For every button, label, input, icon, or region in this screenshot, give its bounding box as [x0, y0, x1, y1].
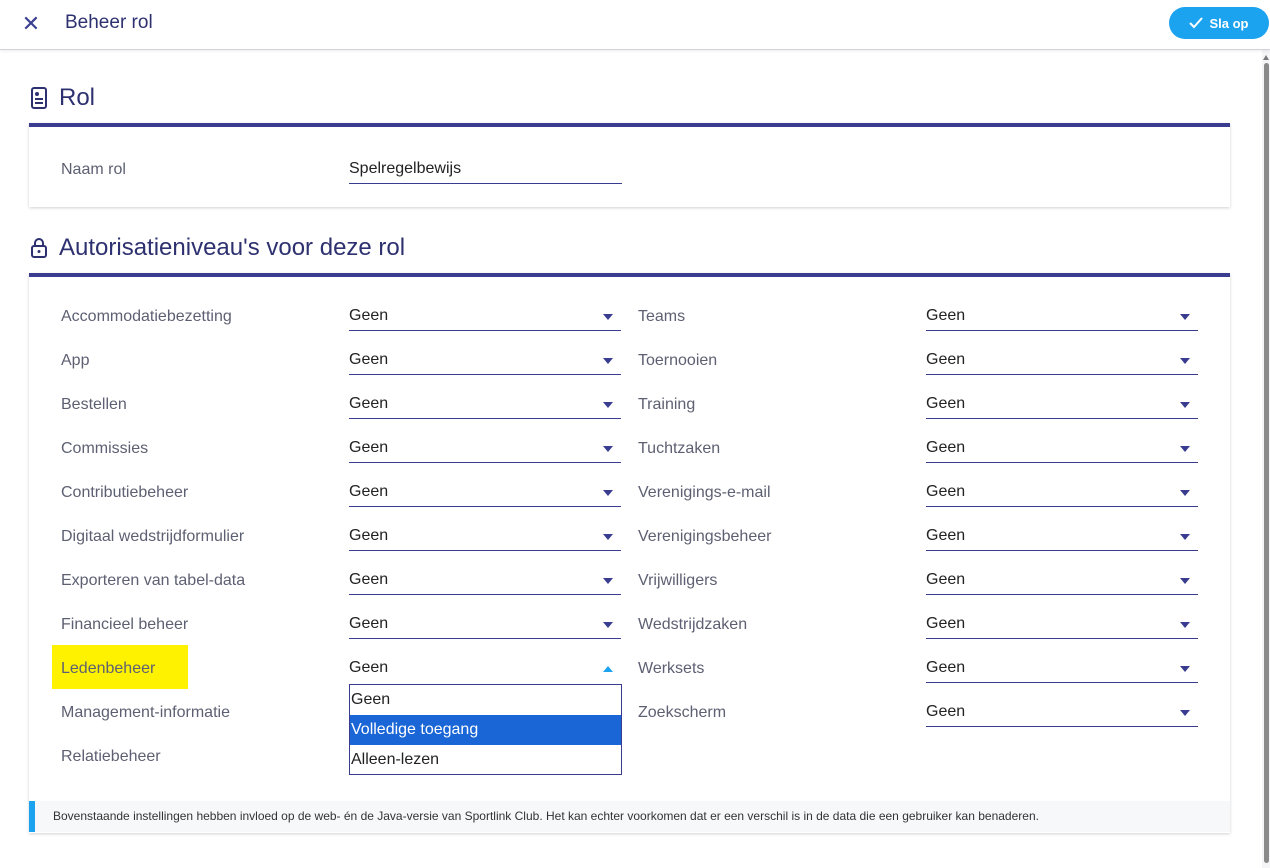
chevron-down-icon [603, 578, 613, 584]
dropdown-option[interactable]: Alleen-lezen [350, 745, 621, 775]
chevron-down-icon [603, 490, 613, 496]
section-auth-header: Autorisatieniveau's voor deze rol [29, 234, 1230, 262]
auth-label: App [61, 352, 90, 369]
top-bar: ✕ Beheer rol Sla op [0, 0, 1270, 50]
auth-label: Accommodatiebezetting [61, 308, 232, 325]
chevron-down-icon [603, 622, 613, 628]
close-icon: ✕ [21, 11, 41, 36]
chevron-down-icon [603, 402, 613, 408]
chevron-down-icon [603, 358, 613, 364]
auth-select[interactable]: Geen [349, 481, 621, 507]
chevron-down-icon [1180, 710, 1190, 716]
auth-label: Toernooien [638, 352, 718, 369]
auth-select[interactable]: Geen [926, 481, 1198, 507]
scrollbar-thumb[interactable] [1264, 63, 1269, 863]
auth-select[interactable]: Geen [926, 525, 1198, 551]
info-message: Bovenstaande instellingen hebben invloed… [29, 801, 1230, 832]
auth-label: Wedstrijdzaken [638, 616, 748, 633]
auth-label: Vrijwilligers [638, 572, 718, 589]
auth-label: Financieel beheer [61, 616, 189, 633]
scroll-up-icon[interactable] [1263, 55, 1269, 60]
auth-select-open[interactable]: Geen [349, 657, 621, 683]
section-auth-title: Autorisatieniveau's voor deze rol [59, 234, 406, 261]
auth-select[interactable]: Geen [349, 393, 621, 419]
auth-label: Training [638, 396, 696, 413]
page-title: Beheer rol [65, 12, 153, 33]
auth-select[interactable]: Geen [926, 701, 1198, 727]
save-label: Sla op [1209, 15, 1249, 31]
auth-select[interactable]: Geen [349, 305, 621, 331]
dropdown-list: Geen Volledige toegang Alleen-lezen [349, 684, 622, 775]
auth-label: Relatiebeheer [61, 748, 161, 765]
auth-label: Commissies [61, 440, 149, 457]
chevron-down-icon [1180, 314, 1190, 320]
chevron-down-icon [1180, 402, 1190, 408]
auth-select[interactable]: Geen [926, 305, 1198, 331]
dropdown-option[interactable]: Volledige toegang [350, 715, 621, 745]
save-button[interactable]: Sla op [1169, 7, 1269, 39]
auth-select[interactable]: Geen [349, 525, 621, 551]
role-card: Naam rol Spelregelbewijs [29, 123, 1230, 207]
chevron-up-icon [603, 666, 613, 672]
auth-select[interactable]: Geen [349, 569, 621, 595]
badge-icon [29, 86, 49, 110]
name-role-input[interactable]: Spelregelbewijs [349, 158, 622, 184]
section-rol-header: Rol [29, 84, 1230, 112]
close-button[interactable]: ✕ [18, 10, 44, 38]
auth-select[interactable]: Geen [349, 349, 621, 375]
auth-select[interactable]: Geen [926, 437, 1198, 463]
auth-label: Teams [638, 308, 686, 325]
auth-label: Management-informatie [61, 704, 230, 721]
chevron-down-icon [1180, 666, 1190, 672]
dropdown-option[interactable]: Geen [350, 685, 621, 715]
auth-select[interactable]: Geen [349, 437, 621, 463]
auth-label: Contributiebeheer [61, 484, 189, 501]
auth-label: Bestellen [61, 396, 127, 413]
lock-icon [29, 237, 49, 259]
chevron-down-icon [1180, 622, 1190, 628]
auth-select[interactable]: Geen [926, 393, 1198, 419]
auth-select[interactable]: Geen [349, 613, 621, 639]
name-role-label: Naam rol [61, 161, 126, 178]
chevron-down-icon [603, 314, 613, 320]
chevron-down-icon [1180, 490, 1190, 496]
auth-select[interactable]: Geen [926, 569, 1198, 595]
auth-label: Verenigingsbeheer [638, 528, 772, 545]
chevron-down-icon [1180, 358, 1190, 364]
auth-select[interactable]: Geen [926, 657, 1198, 683]
auth-label: Digitaal wedstrijdformulier [61, 528, 245, 545]
chevron-down-icon [603, 534, 613, 540]
auth-select[interactable]: Geen [926, 613, 1198, 639]
section-rol-title: Rol [59, 84, 96, 111]
chevron-down-icon [1180, 446, 1190, 452]
chevron-down-icon [1180, 534, 1190, 540]
auth-label: Zoekscherm [638, 704, 727, 721]
auth-label: Exporteren van tabel-data [61, 572, 246, 589]
chevron-down-icon [1180, 578, 1190, 584]
chevron-down-icon [603, 446, 613, 452]
check-icon [1189, 17, 1204, 29]
auth-label: Verenigings-e-mail [638, 484, 771, 501]
auth-label: Tuchtzaken [638, 440, 721, 457]
auth-label: Ledenbeheer [61, 660, 156, 677]
auth-label: Werksets [638, 660, 705, 677]
auth-select[interactable]: Geen [926, 349, 1198, 375]
